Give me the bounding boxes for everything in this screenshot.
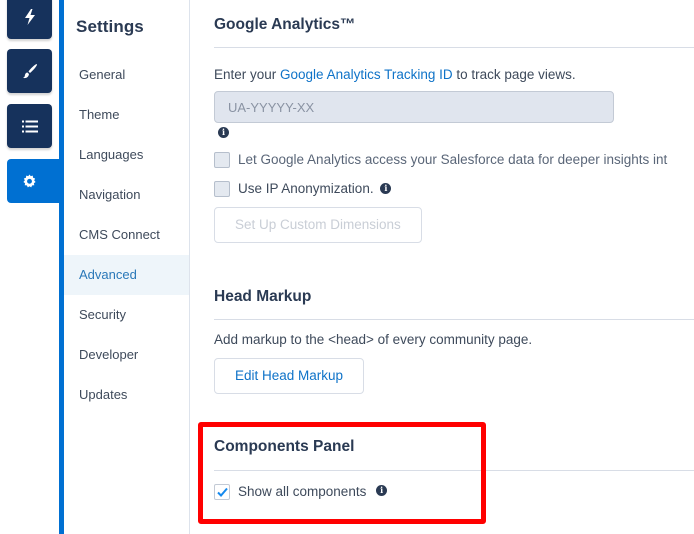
icon-rail xyxy=(0,0,65,534)
edit-head-markup-button[interactable]: Edit Head Markup xyxy=(214,358,365,394)
rail-button-pages[interactable] xyxy=(7,104,52,148)
nav-item-security[interactable]: Security xyxy=(64,295,189,335)
show-all-components-info-icon[interactable]: i xyxy=(376,485,388,497)
app-window: Settings General Theme Languages Navigat… xyxy=(0,0,694,534)
section-divider xyxy=(214,47,694,48)
nav-item-advanced[interactable]: Advanced xyxy=(64,255,189,295)
rail-button-quick-actions[interactable] xyxy=(7,0,52,39)
rail-button-theme[interactable] xyxy=(7,49,52,93)
tracking-id-info-icon[interactable]: i xyxy=(218,127,229,138)
checkmark-icon xyxy=(217,487,228,497)
settings-nav-list: General Theme Languages Navigation CMS C… xyxy=(64,55,189,415)
head-markup-title: Head Markup xyxy=(214,288,312,305)
nav-item-navigation[interactable]: Navigation xyxy=(64,175,189,215)
ip-anonymization-label: Use IP Anonymization. xyxy=(238,181,374,196)
settings-nav-title: Settings xyxy=(76,17,144,36)
google-analytics-intro: Enter your Google Analytics Tracking ID … xyxy=(214,67,576,82)
list-icon xyxy=(21,120,38,132)
nav-item-cms-connect[interactable]: CMS Connect xyxy=(64,215,189,255)
custom-dimensions-button[interactable]: Set Up Custom Dimensions xyxy=(214,207,422,243)
section-divider xyxy=(214,319,694,320)
tracking-id-help-link[interactable]: Google Analytics Tracking ID xyxy=(280,67,453,82)
settings-nav: Settings General Theme Languages Navigat… xyxy=(64,0,190,534)
ip-anonymization-checkbox[interactable] xyxy=(214,181,230,197)
show-all-components-checkbox[interactable] xyxy=(214,484,230,500)
google-analytics-title: Google Analytics™ xyxy=(214,16,356,33)
paintbrush-icon xyxy=(22,64,37,79)
nav-item-general[interactable]: General xyxy=(64,55,189,95)
salesforce-data-label: Let Google Analytics access your Salesfo… xyxy=(238,152,668,167)
ip-anonymization-row: Use IP Anonymization. i xyxy=(238,181,392,196)
nav-item-developer[interactable]: Developer xyxy=(64,335,189,375)
rail-button-settings[interactable] xyxy=(7,159,65,203)
salesforce-data-checkbox[interactable] xyxy=(214,152,230,168)
show-all-components-row: Show all components i xyxy=(238,484,388,499)
components-panel-title: Components Panel xyxy=(214,438,355,455)
intro-suffix: to track page views. xyxy=(452,67,576,82)
tracking-id-input[interactable] xyxy=(214,91,614,123)
section-divider xyxy=(214,470,694,471)
nav-item-languages[interactable]: Languages xyxy=(64,135,189,175)
nav-item-theme[interactable]: Theme xyxy=(64,95,189,135)
gear-icon xyxy=(23,173,36,187)
head-markup-description: Add markup to the <head> of every commun… xyxy=(214,332,533,347)
show-all-components-label: Show all components xyxy=(238,484,367,499)
intro-prefix: Enter your xyxy=(214,67,281,82)
nav-item-updates[interactable]: Updates xyxy=(64,375,189,415)
ip-anonymization-info-icon[interactable]: i xyxy=(380,182,392,194)
main-content: Google Analytics™ Enter your Google Anal… xyxy=(214,0,694,534)
lightning-bolt-icon xyxy=(24,9,35,25)
